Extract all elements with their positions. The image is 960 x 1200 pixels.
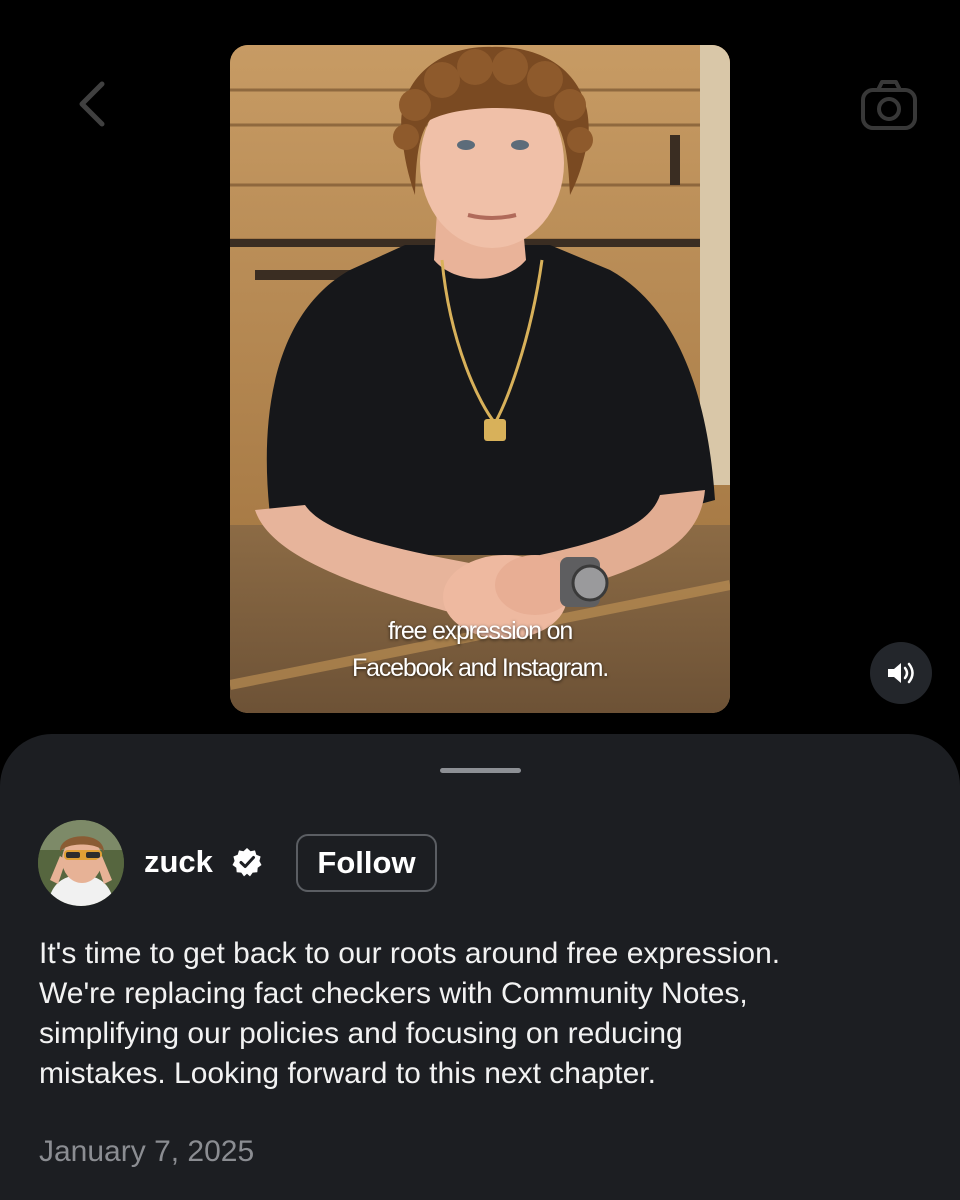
- post-caption-line: It's time to get back to our roots aroun…: [39, 937, 781, 970]
- avatar[interactable]: [38, 820, 124, 906]
- post-info-sheet: zuck Follow It's time to get back to our…: [0, 734, 960, 1200]
- post-date: January 7, 2025: [39, 1135, 255, 1168]
- caption-line: free expression on: [387, 617, 573, 645]
- reel-viewer-screen: free expression on Facebook and Instagra…: [0, 0, 960, 1200]
- username[interactable]: zuck: [144, 842, 213, 882]
- follow-button[interactable]: Follow: [296, 834, 437, 892]
- sheet-grabber-handle[interactable]: [440, 768, 521, 773]
- sound-toggle-button[interactable]: [870, 642, 932, 704]
- chevron-left-icon[interactable]: [72, 80, 116, 128]
- video-player[interactable]: free expression on Facebook and Instagra…: [230, 45, 730, 713]
- post-caption-line: We're replacing fact checkers with Commu…: [39, 977, 748, 1010]
- verified-badge-icon: [232, 847, 262, 877]
- post-caption: It's time to get back to our roots aroun…: [39, 934, 929, 1094]
- speaker-icon: [888, 662, 914, 684]
- post-caption-line: simplifying our policies and focusing on…: [39, 1017, 683, 1050]
- post-caption-line: mistakes. Looking forward to this next c…: [39, 1057, 656, 1090]
- video-caption: free expression on Facebook and Instagra…: [230, 613, 730, 687]
- camera-icon[interactable]: [860, 78, 918, 132]
- caption-line: Facebook and Instagram.: [352, 654, 609, 682]
